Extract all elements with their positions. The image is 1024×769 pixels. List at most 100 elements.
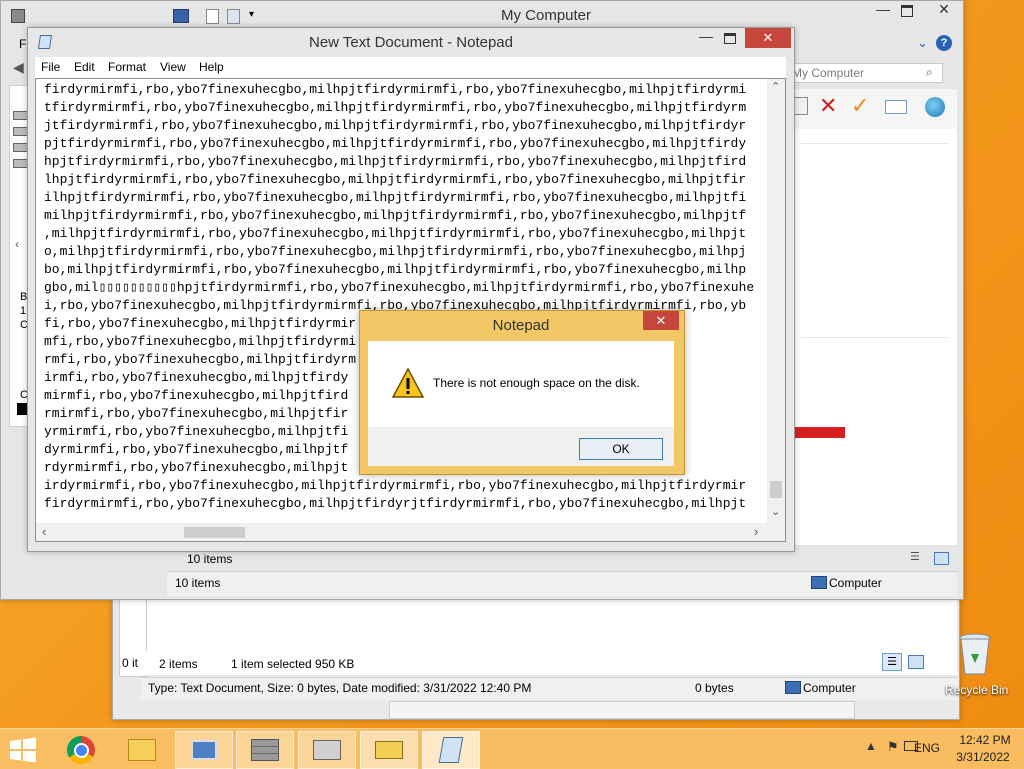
input-language[interactable]: ENG bbox=[914, 741, 940, 755]
taskbar-notepad[interactable] bbox=[422, 731, 480, 769]
printer-icon bbox=[375, 741, 403, 759]
rename-field-icon[interactable] bbox=[885, 100, 907, 114]
text-line: lhpjtfirdyrmirmfi,rbo,ybo7finexuhecgbo,m… bbox=[44, 172, 747, 187]
text-line: irdyrmirmfi,rbo,ybo7finexuhecgbo,milhpjt… bbox=[44, 478, 747, 493]
details-size: 0 bytes bbox=[695, 681, 734, 695]
text-line: firdyrmirmfi,rbo,ybo7finexuhecgbo,milhpj… bbox=[44, 496, 747, 511]
dialog-close-button[interactable]: ✕ bbox=[643, 311, 679, 330]
vertical-scrollbar[interactable]: ⌃ ⌄ bbox=[767, 79, 785, 523]
disk-usage-bar-full bbox=[795, 427, 845, 438]
dialog-body: There is not enough space on the disk. O… bbox=[368, 341, 674, 466]
delete-icon[interactable]: ✕ bbox=[819, 93, 837, 119]
menu-help[interactable]: Help bbox=[199, 60, 224, 74]
text-line: hpjtfirdyrmirmfi,rbo,ybo7finexuhecgbo,mi… bbox=[44, 154, 747, 169]
menu-format[interactable]: Format bbox=[108, 60, 146, 74]
details-view-icon[interactable]: ☰ bbox=[882, 653, 902, 671]
text-line: firdyrmirmfi,rbo,ybo7finexuhecgbo,milhpj… bbox=[44, 82, 747, 97]
explorer-title: My Computer bbox=[500, 7, 592, 24]
clock-date[interactable]: 3/31/2022 bbox=[952, 750, 1014, 764]
close-button[interactable]: ✕ bbox=[926, 1, 962, 21]
notepad-menubar: File Edit Format View Help bbox=[35, 57, 786, 78]
text-line: bo,milhpjtfirdyrmirmfi,rbo,ybo7finexuhec… bbox=[44, 262, 747, 277]
taskbar-device-manager[interactable] bbox=[298, 731, 356, 769]
text-line: o,milhpjtfirdyrmirmfi,rbo,ybo7finexuhecg… bbox=[44, 244, 747, 259]
large-icons-view-icon[interactable] bbox=[934, 552, 949, 565]
search-box[interactable]: My Computer ⌕ bbox=[787, 63, 943, 83]
qat-rename-icon[interactable] bbox=[227, 9, 240, 24]
taskbar-file-explorer[interactable] bbox=[113, 731, 171, 769]
recycle-bin-icon bbox=[959, 633, 991, 675]
clock-time[interactable]: 12:42 PM bbox=[956, 733, 1014, 747]
start-button[interactable] bbox=[8, 737, 38, 763]
computer-icon bbox=[811, 576, 827, 589]
dialog-title: Notepad bbox=[492, 317, 550, 334]
computer-icon bbox=[785, 681, 801, 694]
text-line: gbo,mil▯▯▯▯▯▯▯▯▯▯hpjtfirdyrmirmfi,rbo,yb… bbox=[44, 280, 755, 295]
windows-logo-icon bbox=[10, 737, 36, 763]
action-center-flag-icon[interactable]: ⚑ bbox=[887, 739, 899, 755]
text-line: tfirdyrmirmfi,rbo,ybo7finexuhecgbo,milhp… bbox=[44, 100, 747, 115]
notepad-icon bbox=[438, 737, 464, 763]
notepad-minimize-button[interactable]: — bbox=[692, 28, 720, 48]
scroll-down-arrow[interactable]: ⌄ bbox=[771, 505, 780, 518]
menu-view[interactable]: View bbox=[160, 60, 186, 74]
status-location: Computer bbox=[829, 576, 882, 590]
show-hidden-icons-icon[interactable]: ▲ bbox=[865, 739, 877, 753]
chrome-icon bbox=[67, 736, 95, 764]
search-icon: ⌕ bbox=[926, 65, 933, 79]
computer-icon bbox=[191, 740, 217, 760]
text-line: milhpjtfirdyrmirmfi,rbo,ybo7finexuhecgbo… bbox=[44, 208, 747, 223]
scroll-right-arrow[interactable]: › bbox=[754, 524, 758, 539]
help-icon[interactable]: ? bbox=[936, 35, 952, 51]
menu-file[interactable]: File bbox=[41, 60, 60, 74]
horizontal-scroll-thumb[interactable] bbox=[184, 527, 245, 538]
explorer-back-bottom-strip bbox=[389, 701, 855, 719]
text-line: pjtfirdyrmirmfi,rbo,ybo7finexuhecgbo,mil… bbox=[44, 136, 747, 151]
ribbon-expand-chevron-icon[interactable]: ⌄ bbox=[917, 35, 928, 51]
status-item-count: 2 items bbox=[159, 657, 198, 671]
details-view-icon[interactable]: ☰ bbox=[910, 550, 920, 563]
warning-icon bbox=[392, 368, 424, 398]
taskbar-firewall[interactable] bbox=[236, 731, 294, 769]
scroll-up-arrow[interactable]: ⌃ bbox=[771, 80, 780, 93]
maximize-button[interactable] bbox=[901, 5, 913, 17]
checkmark-icon[interactable]: ✓ bbox=[851, 93, 869, 119]
notepad-maximize-button[interactable] bbox=[724, 33, 736, 44]
qat-customize-chevron-icon[interactable]: ▾ bbox=[249, 9, 254, 20]
notepad-title: New Text Document - Notepad bbox=[309, 34, 513, 51]
status-item-count: 10 items bbox=[175, 576, 221, 590]
recycle-bin-shortcut[interactable]: Recycle Bin bbox=[942, 630, 1008, 700]
recycle-bin-label: Recycle Bin bbox=[945, 683, 1009, 697]
scroll-left-arrow[interactable]: ‹ bbox=[42, 524, 46, 539]
color-swatch bbox=[17, 403, 27, 415]
explorer-content-rule-2 bbox=[801, 337, 949, 338]
details-location: Computer bbox=[803, 681, 856, 695]
globe-icon[interactable] bbox=[925, 97, 945, 117]
brick-wall-icon bbox=[251, 739, 279, 761]
folder-icon bbox=[128, 739, 156, 761]
ok-button[interactable]: OK bbox=[579, 438, 663, 460]
taskbar-chrome[interactable] bbox=[52, 731, 110, 769]
minimize-button[interactable]: — bbox=[869, 1, 897, 21]
taskbar-printer[interactable] bbox=[360, 731, 418, 769]
explorer-app-icon bbox=[11, 9, 25, 23]
dialog-message: There is not enough space on the disk. bbox=[433, 376, 640, 390]
vertical-scroll-thumb[interactable] bbox=[770, 481, 782, 498]
notepad-close-button[interactable]: ✕ bbox=[745, 28, 791, 48]
device-manager-icon bbox=[313, 740, 341, 760]
taskbar: ▲ ⚑ ENG 12:42 PM 3/31/2022 bbox=[0, 728, 1024, 769]
large-icons-view-icon[interactable] bbox=[908, 655, 924, 669]
back-arrow-icon[interactable]: ◀ bbox=[13, 59, 24, 76]
explorer-content-rule-1 bbox=[801, 143, 949, 144]
scroll-left-arrow[interactable]: ‹ bbox=[15, 237, 19, 251]
paste-icon[interactable] bbox=[794, 97, 808, 115]
menu-edit[interactable]: Edit bbox=[74, 60, 95, 74]
horizontal-scrollbar[interactable]: ‹ › bbox=[36, 523, 767, 541]
taskbar-my-computer[interactable] bbox=[175, 731, 233, 769]
notepad-error-dialog[interactable]: Notepad ✕ There is not enough space on t… bbox=[359, 310, 685, 475]
qat-properties-icon[interactable] bbox=[173, 9, 189, 23]
qat-new-item-icon[interactable] bbox=[206, 9, 219, 24]
status-zero-items: 0 it bbox=[122, 656, 139, 670]
ok-button-label: OK bbox=[612, 442, 630, 456]
text-line: ilhpjtfirdyrmirmfi,rbo,ybo7finexuhecgbo,… bbox=[44, 190, 747, 205]
